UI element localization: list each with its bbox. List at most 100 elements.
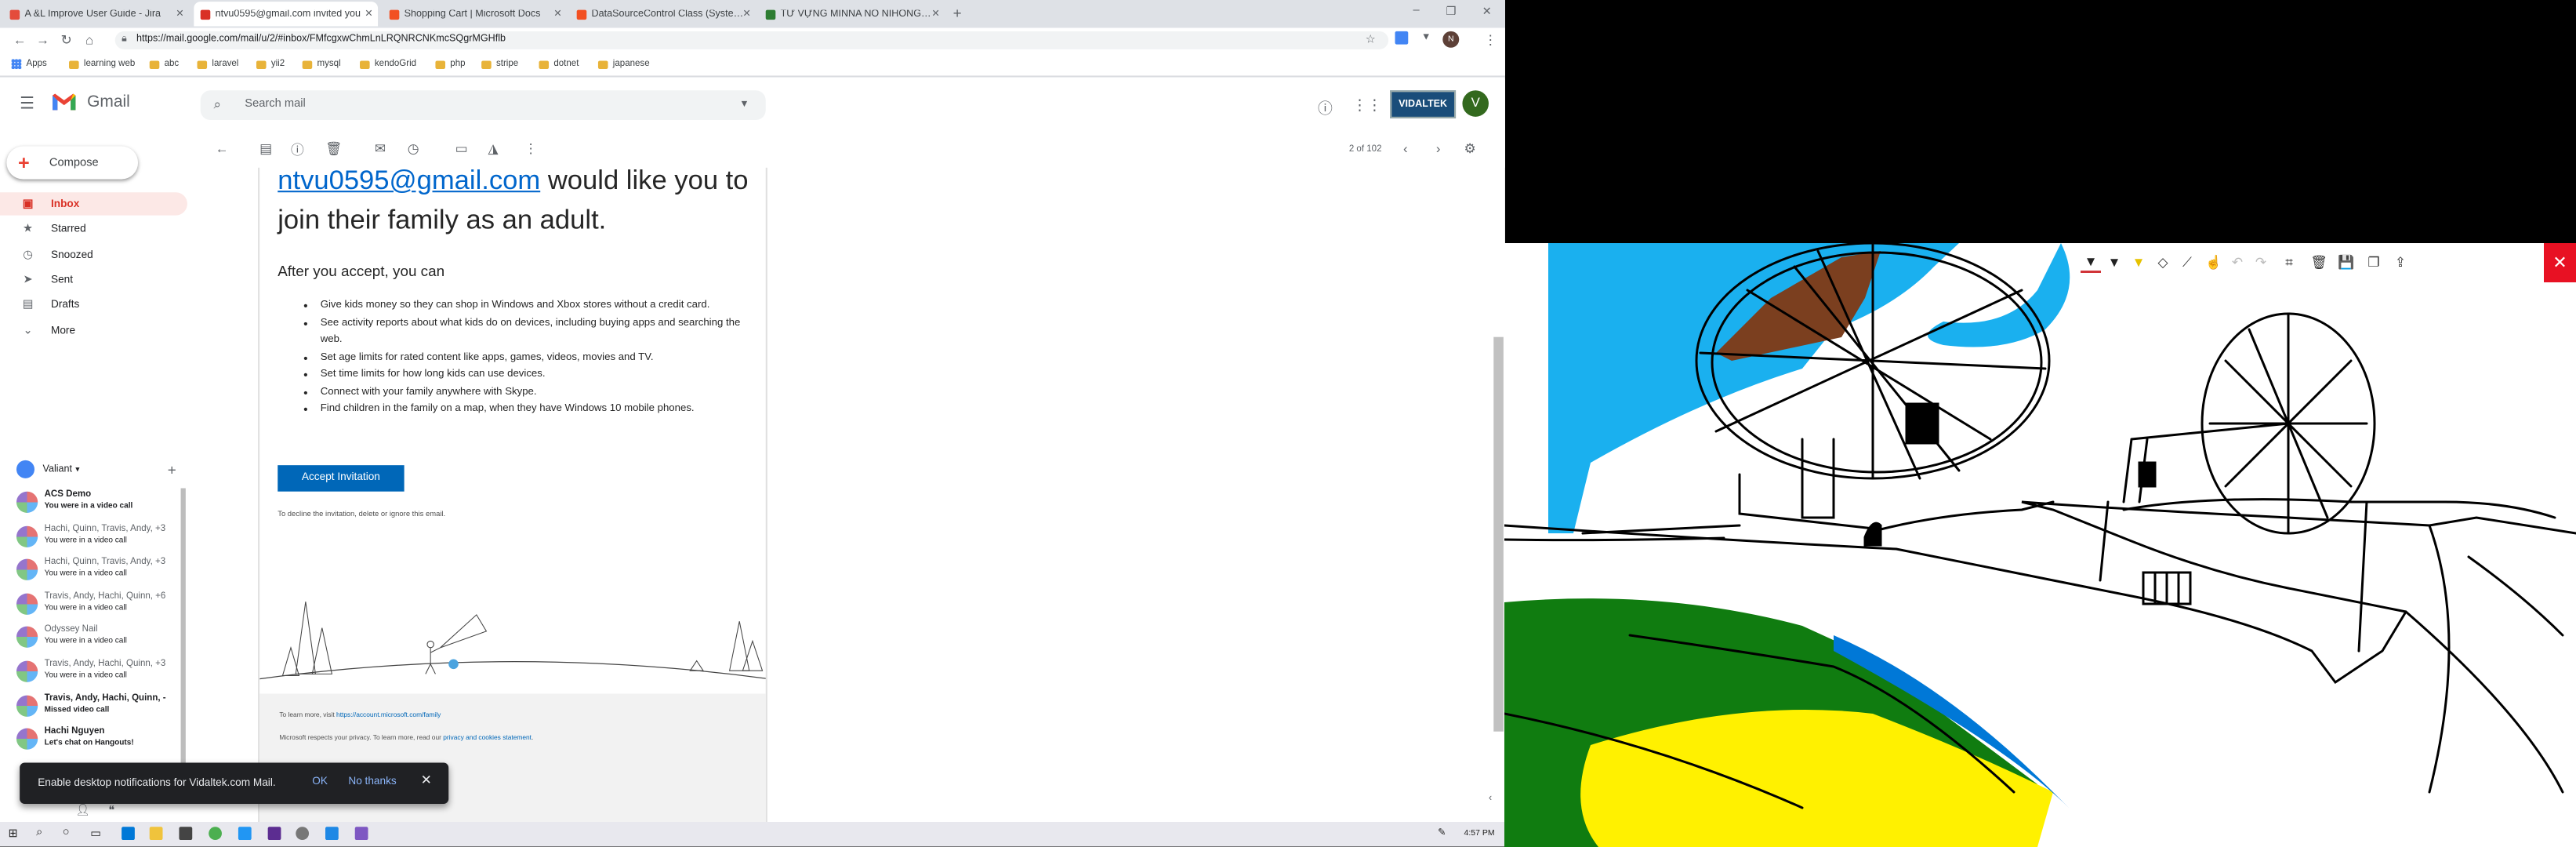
move-to-icon[interactable]: ▭ (455, 141, 468, 156)
bookmark-folder[interactable]: kendoGrid (360, 59, 416, 69)
drawing-canvas[interactable]: ▼ ▼ ▼ ◇ ⟋ ☝ ↶ ↷ ⌗ 🗑 💾 ❐ ⇪ (1504, 243, 2576, 847)
close-icon[interactable]: ✕ (176, 8, 184, 20)
search-icon[interactable]: ⌕ (213, 90, 220, 120)
accept-invitation-button[interactable]: Accept Invitation (278, 465, 405, 492)
close-icon[interactable]: ✕ (931, 8, 940, 20)
forward-icon[interactable]: → (36, 33, 49, 48)
minimize-icon[interactable]: – (1413, 5, 1420, 16)
home-icon[interactable]: ⌂ (85, 33, 93, 48)
hangouts-avatar[interactable] (16, 460, 35, 478)
close-icon[interactable]: ✕ (553, 8, 562, 20)
hangout-conversation[interactable]: Travis, Andy, Hachi, Quinn, - Missed vide… (15, 691, 186, 725)
vscode-icon[interactable] (238, 827, 252, 841)
inviter-email-link[interactable]: ntvu0595@gmail.com (278, 168, 540, 196)
newer-icon[interactable]: ‹ (1403, 141, 1408, 156)
sidebar-item-starred[interactable]: ★ Starred (0, 217, 187, 240)
hangout-conversation[interactable]: Travis, Andy, Hachi, Quinn, +6 You were i… (15, 590, 186, 623)
tab-minna[interactable]: TỪ VỰNG MINNA NO NIHONGO... ✕ (759, 2, 945, 26)
task-view-icon[interactable]: ▭ (90, 827, 101, 840)
contacts-icon[interactable]: 👤︎ (75, 804, 90, 817)
hangout-conversation[interactable]: Hachi, Quinn, Travis, Andy, +3 You were i… (15, 522, 186, 556)
app-icon[interactable] (296, 827, 310, 841)
search-options-icon[interactable]: ▼ (739, 90, 749, 120)
maximize-icon[interactable]: ❐ (1446, 5, 1456, 18)
sidebar-item-drafts[interactable]: ▤ Drafts (0, 293, 187, 315)
tray-pen-icon[interactable]: ✎ (1438, 827, 1446, 838)
older-icon[interactable]: › (1436, 141, 1441, 156)
highlighter-icon[interactable]: ▼ (2128, 253, 2149, 273)
snackbar-ok-button[interactable]: OK (312, 776, 328, 787)
tab-datasourcecontrol[interactable]: DataSourceControl Class (System... ✕ (570, 2, 756, 26)
ruler-icon[interactable]: ⟋ (2177, 253, 2197, 273)
copy-icon[interactable]: ❐ (2364, 253, 2384, 273)
reload-icon[interactable]: ↻ (61, 33, 72, 48)
hangout-conversation[interactable]: ACS Demo You were in a video call (15, 489, 186, 522)
tab-gmail[interactable]: ntvu0595@gmail.com invited you ✕ (194, 2, 379, 27)
bookmark-folder[interactable]: learning web (69, 59, 135, 69)
family-link[interactable]: https://account.microsoft.com/family (336, 710, 441, 718)
redo-icon[interactable]: ↷ (2251, 253, 2271, 273)
visual-studio-icon[interactable] (267, 827, 281, 841)
search-input[interactable]: ⌕ Search mail ▼ (200, 90, 766, 121)
account-avatar[interactable]: V (1462, 90, 1489, 117)
hangout-conversation[interactable]: Hachi, Quinn, Travis, Andy, +3 You were i… (15, 556, 186, 590)
bookmark-folder[interactable]: mysql (302, 59, 341, 69)
hangouts-user[interactable]: Valiant (42, 464, 72, 474)
share-icon[interactable]: ⇪ (2390, 253, 2411, 273)
undo-icon[interactable]: ↶ (2227, 253, 2248, 273)
hangout-conversation[interactable]: Hachi Nguyen Let's chat on Hangouts! (15, 725, 186, 759)
eraser-icon[interactable]: ◇ (2153, 253, 2173, 273)
snip-sketch-icon[interactable] (325, 827, 339, 841)
bookmark-folder[interactable]: abc (149, 59, 179, 69)
delete-icon[interactable]: 🗑︎ (325, 141, 342, 156)
report-spam-icon[interactable]: ⓘ (291, 141, 304, 159)
back-to-inbox-icon[interactable]: ← (216, 141, 229, 156)
address-bar[interactable]: 🔒︎ https://mail.google.com/mail/u/2/#inb… (114, 31, 1389, 49)
bookmark-folder[interactable]: dotnet (539, 59, 579, 69)
help-icon[interactable]: ⓘ (1318, 97, 1333, 118)
add-chat-icon[interactable]: + (168, 461, 176, 478)
menu-dots-icon[interactable]: ⋮ (1484, 33, 1497, 48)
file-explorer-icon[interactable] (149, 827, 163, 841)
snooze-icon[interactable]: ◷ (408, 141, 419, 156)
snackbar-no-thanks-button[interactable]: No thanks (348, 776, 396, 787)
more-options-icon[interactable]: ⋮ (524, 141, 538, 156)
profile-avatar[interactable]: N (1442, 31, 1460, 48)
label-icon[interactable]: ◮ (488, 141, 499, 156)
settings-gear-icon[interactable]: ⚙ (1464, 141, 1476, 156)
privacy-link[interactable]: privacy and cookies statement (443, 733, 532, 741)
hangout-conversation[interactable]: Odyssey Nail You were in a video call (15, 623, 186, 657)
mark-unread-icon[interactable]: ✉︎ (375, 141, 386, 156)
hangout-conversation[interactable]: Travis, Andy, Hachi, Quinn, +3 You were i… (15, 657, 186, 691)
bookmark-folder[interactable]: stripe (481, 59, 518, 69)
compose-button[interactable]: + Compose (6, 146, 139, 180)
mail-app-icon[interactable] (179, 827, 193, 841)
pencil-icon[interactable]: ▼ (2104, 253, 2124, 273)
tab-jira[interactable]: A &L Improve User Guide - Jira ✕ (3, 2, 189, 26)
sketch-close-icon[interactable]: ✕ (2544, 243, 2576, 282)
chevron-down-icon[interactable]: ▾ (75, 464, 79, 474)
sidebar-item-inbox[interactable]: ▣ Inbox (0, 192, 187, 216)
gmail-logo[interactable]: Gmail (51, 92, 130, 111)
bookmark-folder[interactable]: php (435, 59, 466, 69)
sidebar-item-more[interactable]: ⌄ More (0, 319, 187, 342)
close-icon[interactable]: ✕ (742, 8, 751, 20)
content-scrollbar[interactable] (1493, 336, 1504, 732)
crop-icon[interactable]: ⌗ (2279, 253, 2299, 273)
bookmark-folder[interactable]: yii2 (256, 59, 285, 69)
visual-studio-purple-icon[interactable] (354, 827, 368, 841)
snackbar-close-icon[interactable]: ✕ (421, 772, 432, 787)
bookmark-apps[interactable]: Apps (11, 59, 47, 70)
touch-writing-icon[interactable]: ☝ (2204, 253, 2224, 273)
taskbar-search-icon[interactable]: ⌕ (36, 827, 42, 840)
edge-icon[interactable] (122, 827, 135, 841)
main-menu-icon[interactable]: ☰ (20, 96, 34, 114)
bookmark-folder[interactable]: laravel (197, 59, 238, 69)
extension-icon[interactable]: ▼ (1421, 33, 1431, 43)
save-icon[interactable]: 💾 (2336, 253, 2356, 273)
translate-icon[interactable] (1395, 31, 1409, 45)
chrome-icon[interactable] (209, 827, 222, 841)
bookmark-folder[interactable]: japanese (597, 59, 650, 69)
close-icon[interactable]: ✕ (365, 8, 373, 20)
sidebar-item-sent[interactable]: ➤ Sent (0, 268, 187, 291)
